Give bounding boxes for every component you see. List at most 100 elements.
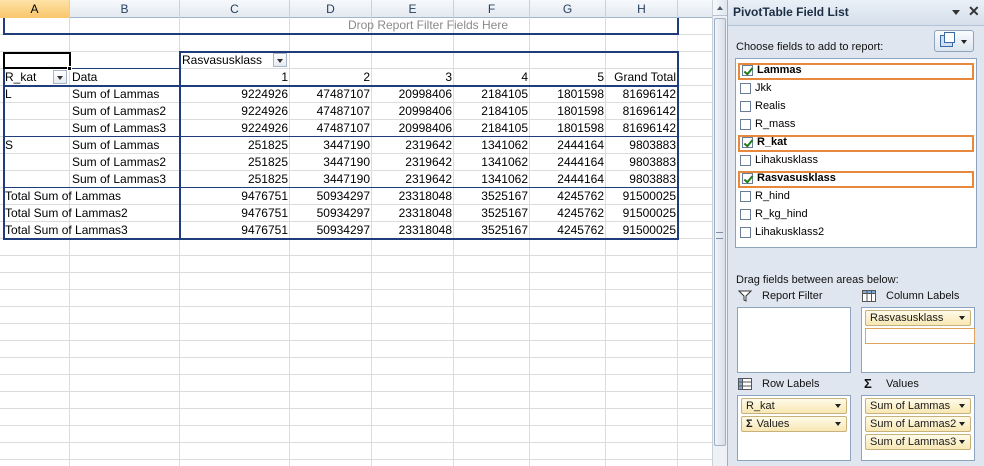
value-cell: 2184105 xyxy=(481,104,528,118)
row-label: Sum of Lammas2 xyxy=(72,155,167,169)
field-item-r-mass[interactable]: R_mass xyxy=(738,117,974,134)
column-header-i[interactable] xyxy=(678,0,712,18)
row-field-pill-values[interactable]: Σ Values xyxy=(741,416,847,432)
checkbox[interactable] xyxy=(740,155,751,166)
sigma-icon: Σ xyxy=(746,418,753,430)
layout-options-button[interactable] xyxy=(934,30,974,52)
row-label: Sum of Lammas3 xyxy=(72,121,167,135)
checkbox[interactable] xyxy=(740,191,751,202)
chevron-down-icon[interactable] xyxy=(959,404,965,408)
value-cell: 20998406 xyxy=(398,87,452,101)
value-field-pill-sum-of-lammas2[interactable]: Sum of Lammas2 xyxy=(865,416,971,432)
total-cell: 9476751 xyxy=(241,206,288,220)
sigma-icon: Σ xyxy=(864,376,872,391)
value-cell: 9224926 xyxy=(241,121,288,135)
row-field-pill-r-kat[interactable]: R_kat xyxy=(741,398,847,414)
row-label: Sum of Lammas3 xyxy=(72,172,167,186)
value-cell: 251825 xyxy=(247,138,288,152)
row-labels-area[interactable]: R_kat Σ Values xyxy=(737,395,851,461)
value-cell: 9224926 xyxy=(241,87,288,101)
chevron-down-icon[interactable] xyxy=(959,422,965,426)
pill-label: Values xyxy=(756,418,790,430)
column-header-a[interactable]: A xyxy=(0,0,70,18)
column-labels-area[interactable]: Rasvasusklass xyxy=(861,307,975,373)
field-list-box: Lammas Jkk Realis R_mass R_kat Lihakuskl… xyxy=(735,58,977,248)
value-cell: 1341062 xyxy=(481,155,528,169)
total-cell: 4245762 xyxy=(557,206,604,220)
value-field-pill-sum-of-lammas3[interactable]: Sum of Lammas3 xyxy=(865,434,971,450)
chevron-down-icon[interactable] xyxy=(835,404,841,408)
spreadsheet: A B C D E F G H Drop Report Filter Field… xyxy=(0,0,712,466)
value-cell: 9803883 xyxy=(629,155,676,169)
values-area[interactable]: Sum of Lammas Sum of Lammas2 Sum of Lamm… xyxy=(861,395,975,461)
field-item-lihakusklass[interactable]: Lihakusklass xyxy=(738,153,974,170)
column-header-e[interactable]: E xyxy=(372,0,454,18)
row-group-label: L xyxy=(5,87,12,101)
scroll-up-icon[interactable] xyxy=(713,0,728,16)
row-field-filter-button[interactable] xyxy=(53,70,67,84)
row-group-label: S xyxy=(5,138,14,152)
field-item-rasvasusklass[interactable]: Rasvasusklass xyxy=(738,171,974,188)
field-item-r-hind[interactable]: R_hind xyxy=(738,189,974,206)
column-header-b[interactable]: B xyxy=(70,0,180,18)
chevron-down-icon[interactable] xyxy=(835,422,841,426)
field-label: R_hind xyxy=(755,190,790,202)
value-cell: 251825 xyxy=(247,155,288,169)
close-icon[interactable]: ✕ xyxy=(968,3,980,20)
total-cell: 23318048 xyxy=(398,189,452,203)
field-list-title-bar: PivotTable Field List ✕ xyxy=(728,0,984,26)
fill-handle[interactable] xyxy=(67,66,72,71)
checkbox[interactable] xyxy=(740,227,751,238)
report-filter-area[interactable] xyxy=(737,307,851,373)
field-label: Lihakusklass xyxy=(755,154,818,166)
value-cell: 81696142 xyxy=(622,87,676,101)
field-item-r-kg-hind[interactable]: R_kg_hind xyxy=(738,207,974,224)
pill-label: Rasvasusklass xyxy=(870,312,944,324)
choose-fields-label: Choose fields to add to report: xyxy=(736,41,884,53)
vertical-scrollbar[interactable] xyxy=(712,0,728,466)
drop-filter-hint: Drop Report Filter Fields Here xyxy=(347,18,509,32)
field-item-lihakusklass2[interactable]: Lihakusklass2 xyxy=(738,225,974,242)
field-item-lammas[interactable]: Lammas xyxy=(738,63,974,80)
column-field-pill-rasvasusklass[interactable]: Rasvasusklass xyxy=(865,310,971,326)
checkbox-checked[interactable] xyxy=(742,65,753,76)
field-label: Lammas xyxy=(757,64,802,76)
chevron-down-icon xyxy=(961,40,967,44)
field-item-jkk[interactable]: Jkk xyxy=(738,81,974,98)
checkbox-checked[interactable] xyxy=(742,173,753,184)
field-label: Lihakusklass2 xyxy=(755,226,825,238)
value-cell: 20998406 xyxy=(398,121,452,135)
total-cell: 3525167 xyxy=(481,189,528,203)
field-list-title: PivotTable Field List xyxy=(733,5,849,19)
chevron-down-icon[interactable] xyxy=(959,316,965,320)
cell-grid[interactable]: Drop Report Filter Fields Here Rasvasusk… xyxy=(0,18,712,466)
checkbox-checked[interactable] xyxy=(742,137,753,148)
column-header-f[interactable]: F xyxy=(454,0,530,18)
field-label: R_kg_hind xyxy=(755,208,808,220)
pill-label: Sum of Lammas2 xyxy=(870,418,957,430)
column-header-g[interactable]: G xyxy=(530,0,606,18)
total-cell: 4245762 xyxy=(557,223,604,237)
checkbox[interactable] xyxy=(740,209,751,220)
value-cell: 1801598 xyxy=(557,104,604,118)
column-header-c[interactable]: C xyxy=(180,0,290,18)
column-field-filter-button[interactable] xyxy=(273,53,287,67)
value-cell: 47487107 xyxy=(316,121,370,135)
active-cell-selection[interactable] xyxy=(3,52,71,69)
value-cell: 2319642 xyxy=(405,172,452,186)
checkbox[interactable] xyxy=(740,119,751,130)
field-item-r-kat[interactable]: R_kat xyxy=(738,135,974,152)
total-row-label: Total Sum of Lammas2 xyxy=(5,206,128,220)
checkbox[interactable] xyxy=(740,83,751,94)
column-header-h[interactable]: H xyxy=(606,0,678,18)
pane-options-chevron-down-icon[interactable] xyxy=(952,10,960,15)
field-item-realis[interactable]: Realis xyxy=(738,99,974,116)
value-cell: 2319642 xyxy=(405,138,452,152)
value-field-pill-sum-of-lammas[interactable]: Sum of Lammas xyxy=(865,398,971,414)
checkbox[interactable] xyxy=(740,101,751,112)
col-label-2: 2 xyxy=(363,70,370,84)
chevron-down-icon[interactable] xyxy=(959,440,965,444)
column-header-d[interactable]: D xyxy=(290,0,372,18)
row-label: Sum of Lammas xyxy=(72,138,160,152)
value-cell: 1801598 xyxy=(557,87,604,101)
